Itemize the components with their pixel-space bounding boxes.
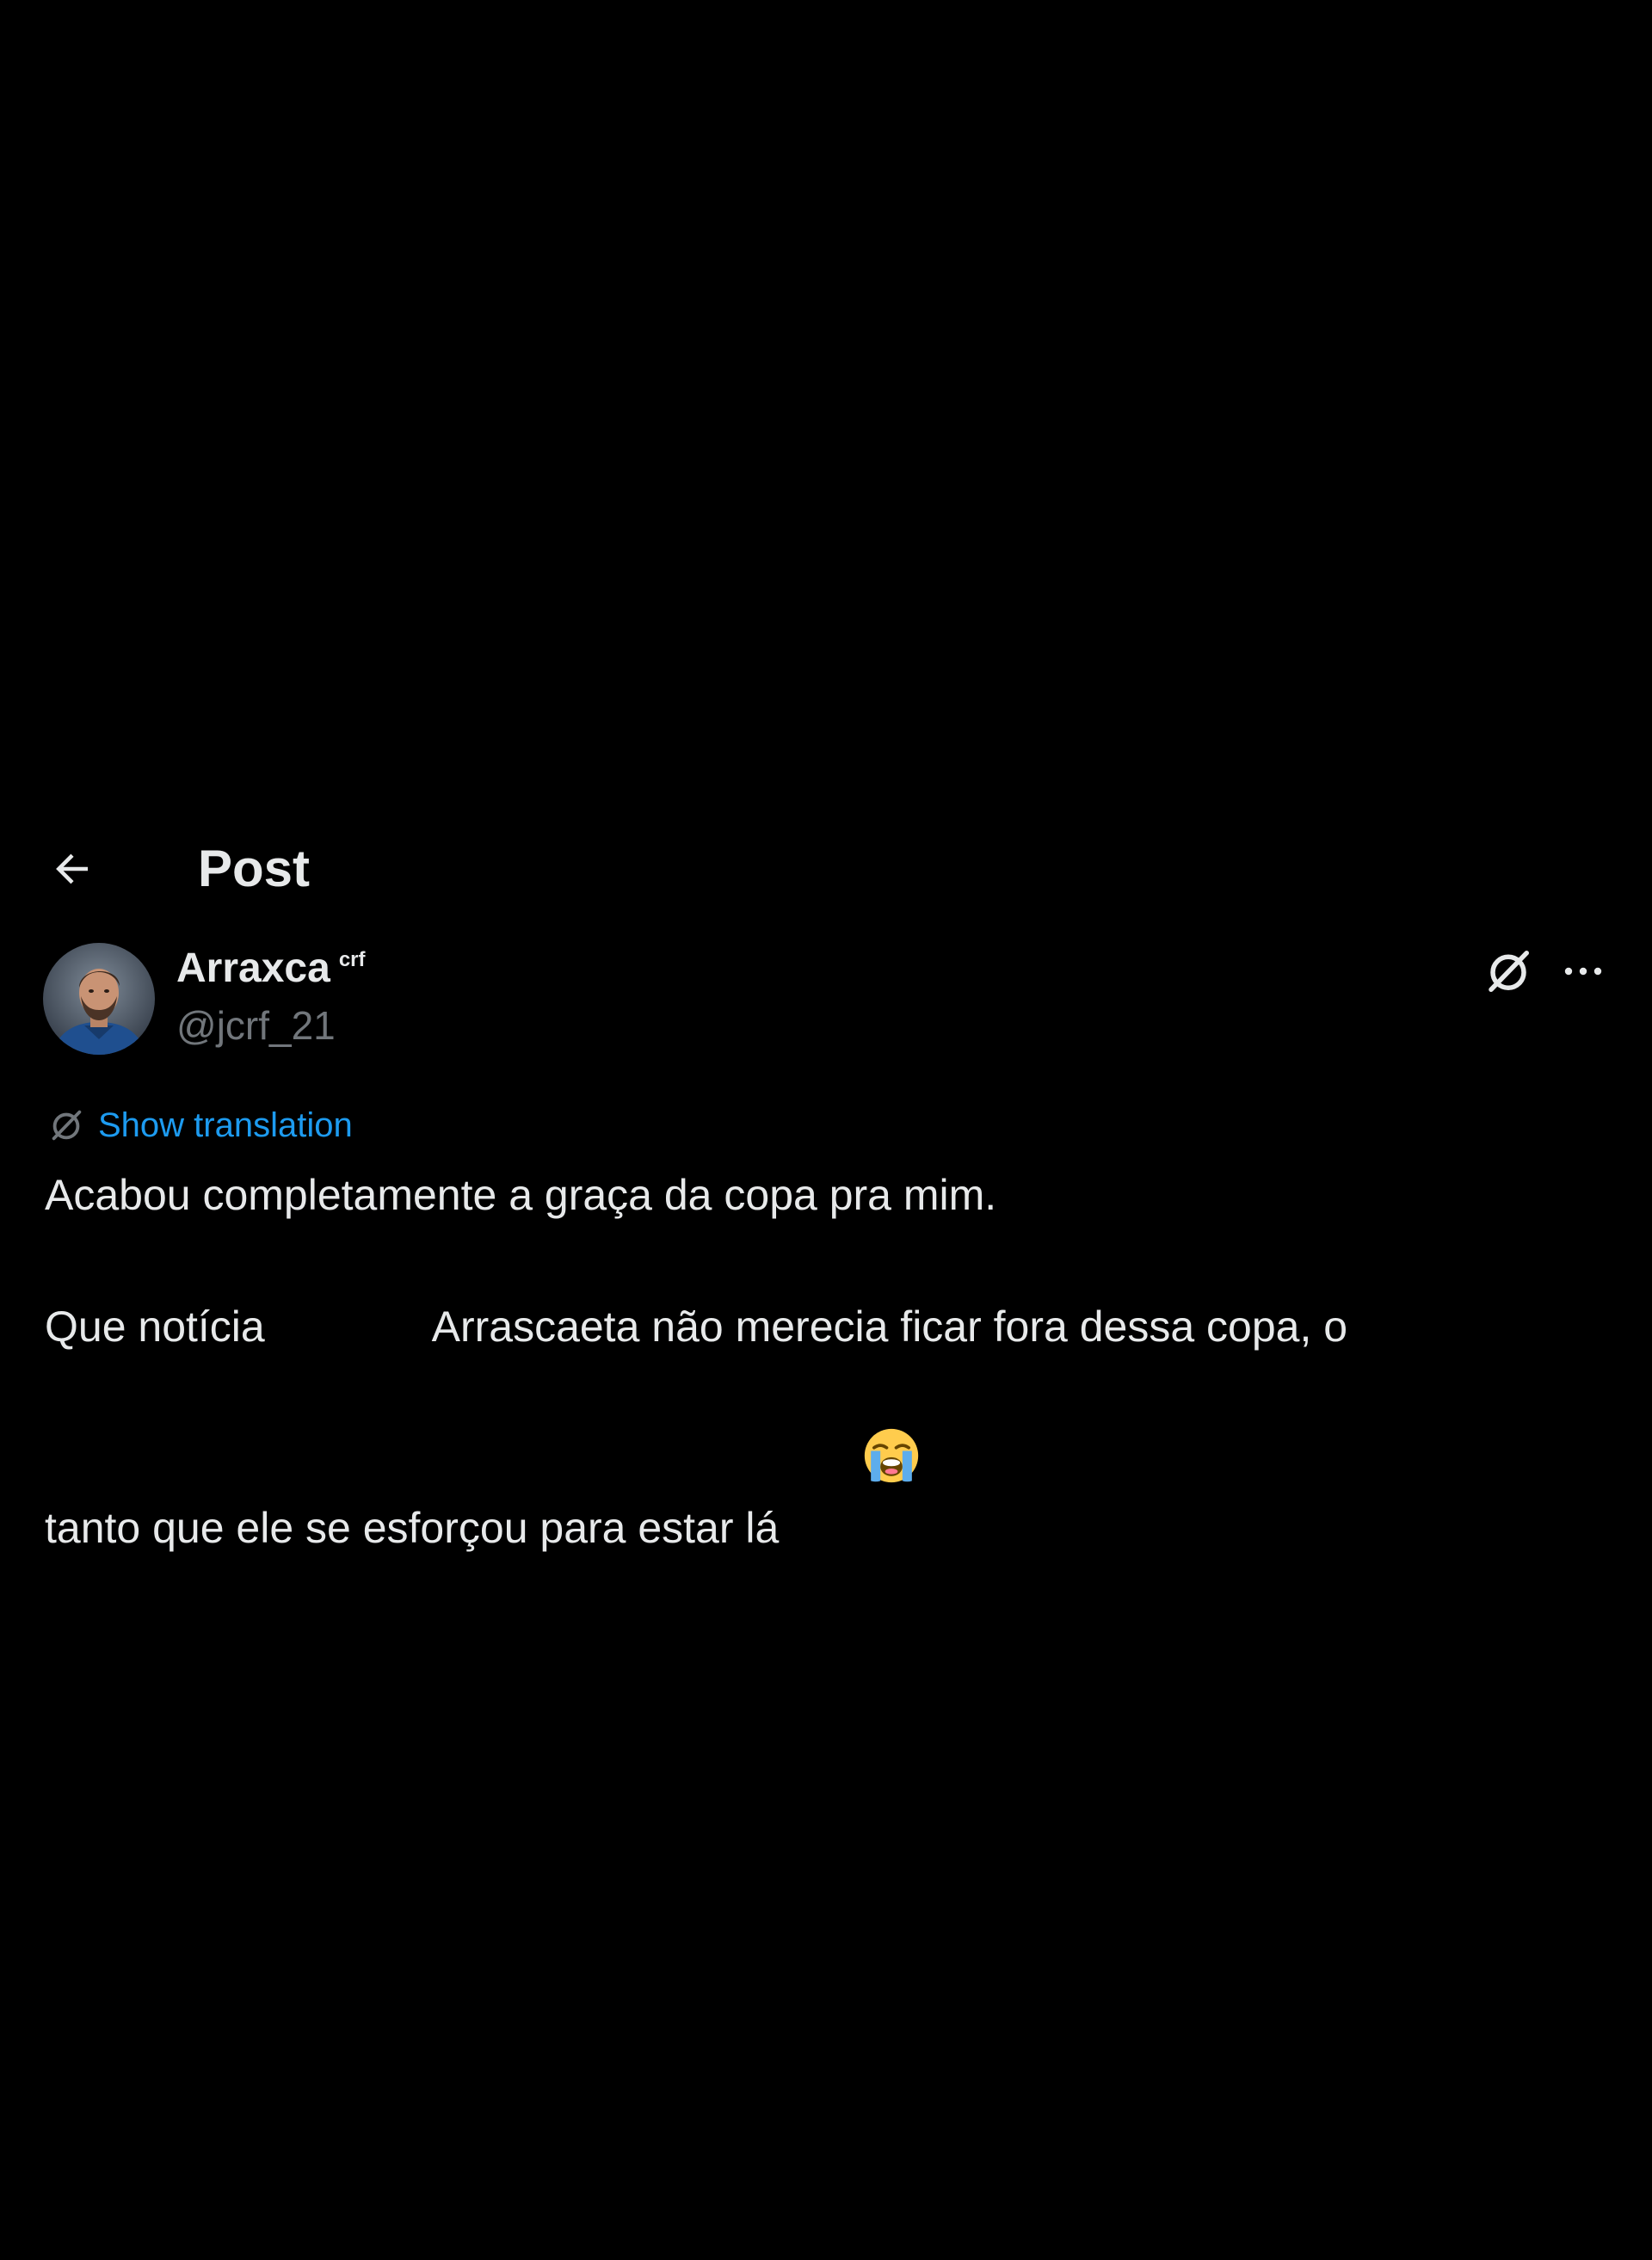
show-translation-link[interactable]: Show translation	[98, 1106, 353, 1145]
avatar[interactable]	[43, 943, 155, 1055]
grok-icon	[1489, 951, 1529, 992]
grok-button[interactable]	[1482, 945, 1535, 998]
top-bar: Post	[0, 826, 1652, 903]
translate-icon	[52, 1110, 82, 1141]
author-display-name[interactable]: Arraxca	[176, 945, 330, 992]
post-text-segment: Arrascaeta não merecia ficar fora dessa …	[431, 1302, 1348, 1351]
author-handle[interactable]: @jcrf_21	[176, 1002, 336, 1049]
post-paragraph-2-line-1: Que notícia Arrascaeta não merecia ficar…	[45, 1293, 1611, 1360]
post-text-segment: tanto que ele se esforçou para estar lá	[45, 1504, 792, 1552]
more-horizontal-icon	[1564, 967, 1602, 976]
translation-row[interactable]: Show translation	[46, 1101, 353, 1149]
back-button[interactable]	[45, 841, 100, 896]
post-paragraph-2-line-2: tanto que ele se esforçou para estar lá	[45, 1360, 1611, 1570]
arrow-left-icon	[56, 853, 88, 884]
post-paragraph-1: Acabou completamente a graça da copa pra…	[45, 1171, 997, 1219]
more-button[interactable]	[1557, 950, 1609, 993]
post-text: Acabou completamente a graça da copa pra…	[45, 1161, 1611, 1570]
author-name-suffix: crf	[338, 948, 366, 971]
page-title: Post	[198, 840, 311, 897]
loudly-crying-face-icon	[791, 1360, 919, 1570]
author-name-row: Arraxca crf	[176, 945, 366, 1000]
profile-photo	[43, 943, 155, 1055]
post-text-segment: Que notícia	[45, 1302, 277, 1351]
